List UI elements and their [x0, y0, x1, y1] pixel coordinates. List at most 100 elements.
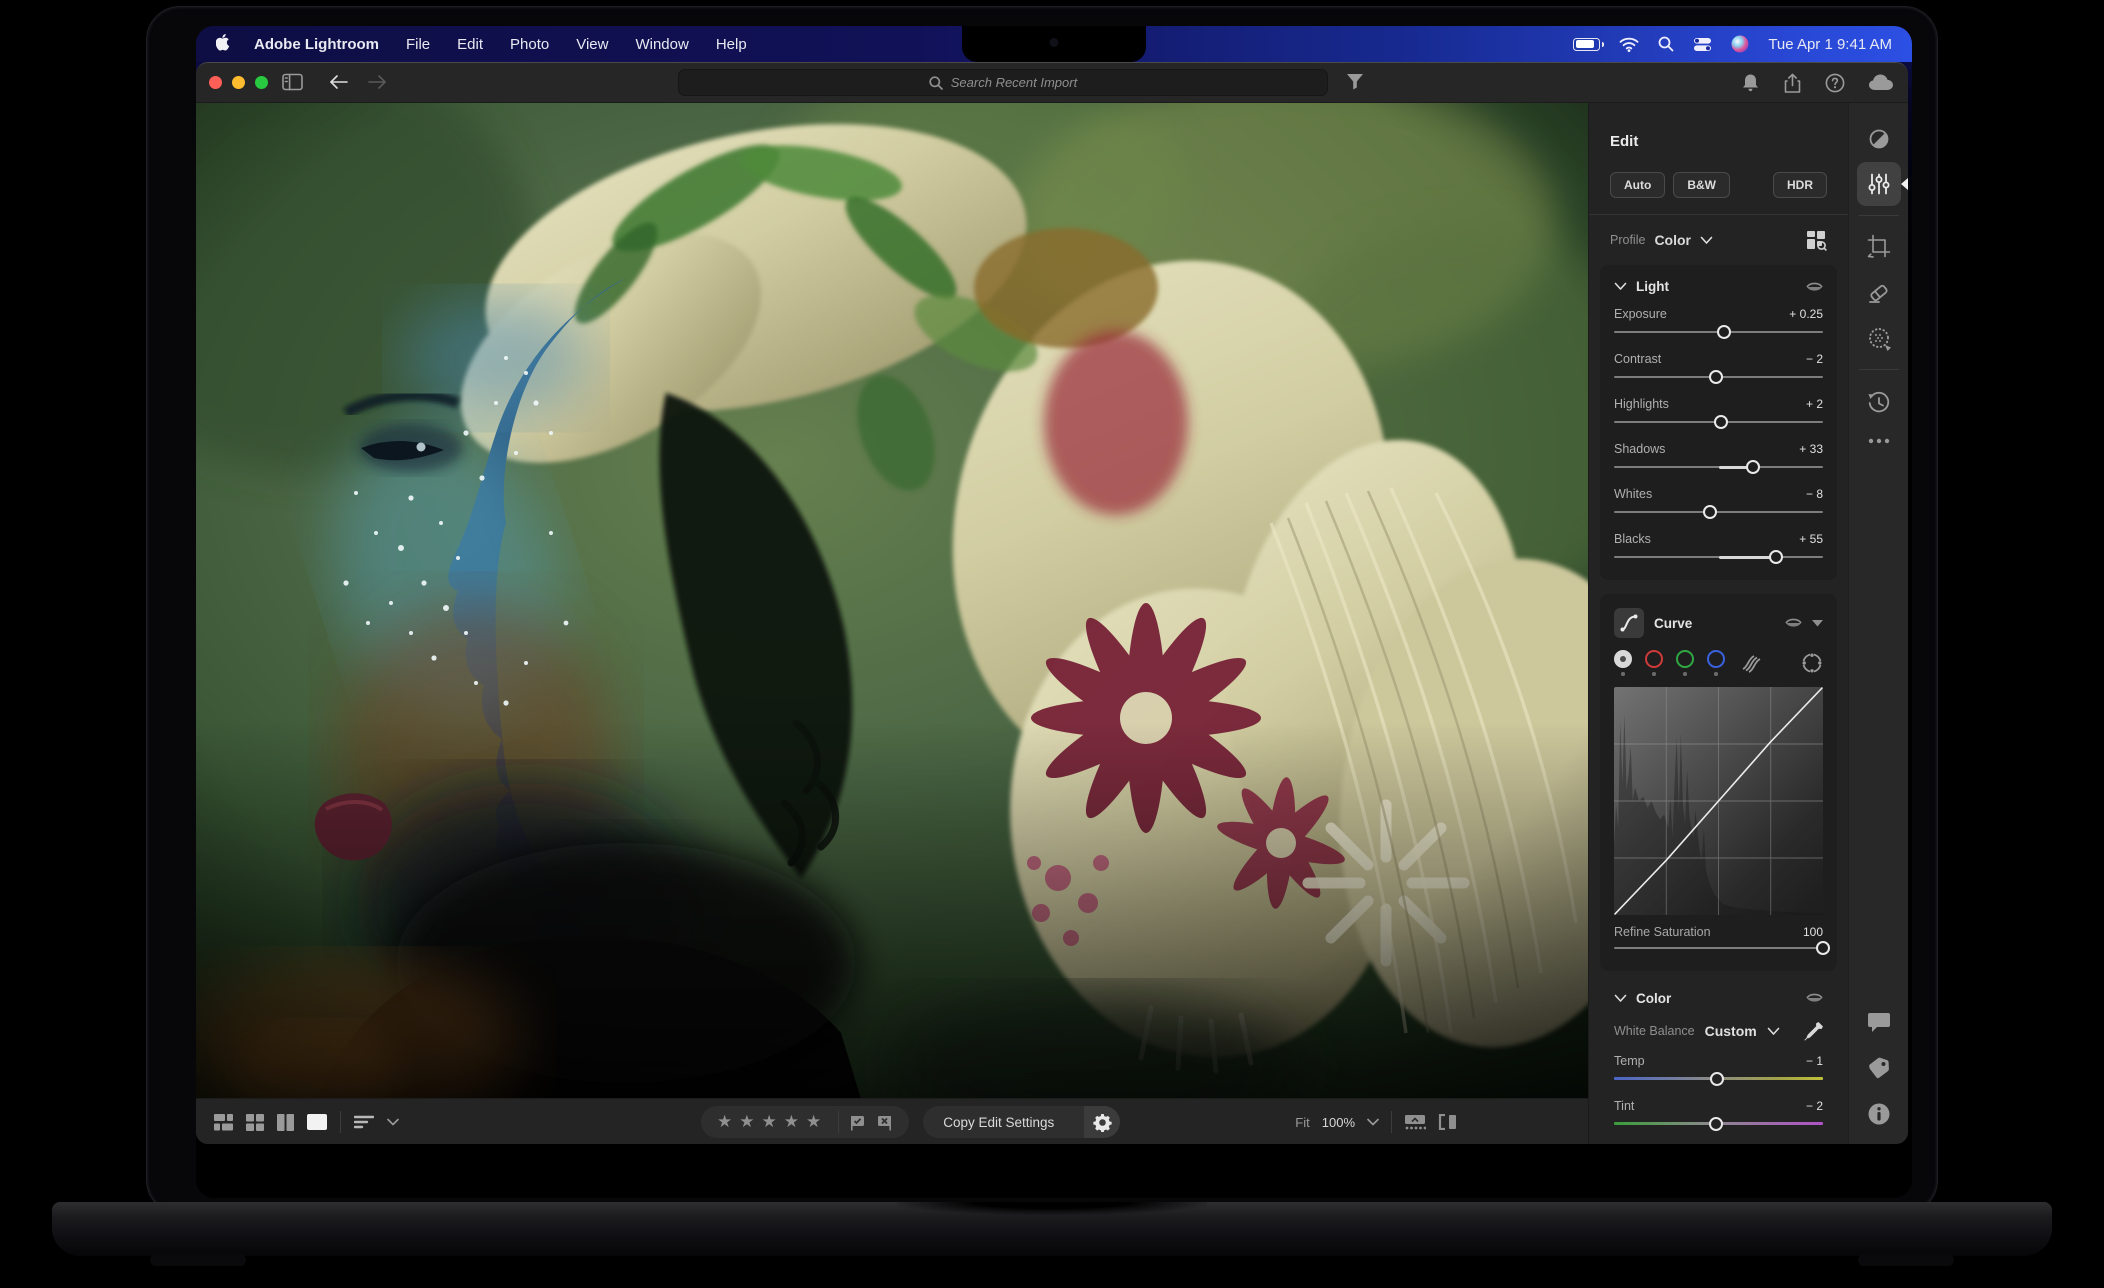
copy-edit-settings-button[interactable]: Copy Edit Settings	[923, 1115, 1074, 1130]
battery-icon[interactable]	[1573, 38, 1600, 51]
auto-button[interactable]: Auto	[1610, 172, 1665, 198]
menu-file[interactable]: File	[406, 36, 430, 53]
menu-view[interactable]: View	[576, 36, 608, 53]
chevron-down-icon[interactable]	[1614, 994, 1627, 1003]
slider-shadows: Shadows+ 33	[1614, 442, 1823, 474]
bell-icon[interactable]	[1741, 73, 1760, 94]
blacks-slider[interactable]	[1614, 550, 1823, 564]
divider	[838, 1111, 839, 1133]
profile-browser-icon[interactable]	[1805, 229, 1827, 251]
collapse-arrow-icon[interactable]	[1812, 619, 1823, 627]
apple-menu[interactable]	[216, 34, 233, 54]
help-icon[interactable]	[1825, 73, 1845, 94]
comments-icon[interactable]	[1867, 1012, 1891, 1034]
edit-panel: Edit Auto B&W HDR Profile Color	[1588, 103, 1848, 1144]
forward-icon[interactable]	[366, 73, 388, 91]
sort-icon[interactable]	[354, 1115, 374, 1129]
heal-icon[interactable]	[1867, 281, 1891, 305]
hdr-button[interactable]: HDR	[1773, 172, 1827, 198]
gear-icon[interactable]	[1084, 1106, 1120, 1138]
menu-app-name[interactable]: Adobe Lightroom	[254, 36, 379, 53]
shadows-slider[interactable]	[1614, 460, 1823, 474]
channel-green[interactable]	[1676, 650, 1694, 676]
tone-curve-graph[interactable]	[1614, 687, 1823, 915]
crop-icon[interactable]	[1867, 234, 1891, 258]
light-section-title[interactable]: Light	[1636, 279, 1669, 294]
tint-slider[interactable]	[1614, 1117, 1823, 1131]
targeted-adjustment-icon[interactable]	[1801, 652, 1823, 674]
wifi-icon[interactable]	[1619, 37, 1639, 52]
keywords-icon[interactable]	[1867, 1057, 1891, 1081]
highlights-slider[interactable]	[1614, 415, 1823, 429]
chevron-down-icon[interactable]	[387, 1118, 399, 1126]
divider	[1391, 1111, 1392, 1133]
filmstrip-icon[interactable]	[1404, 1114, 1426, 1130]
presets-icon[interactable]	[1867, 127, 1891, 151]
eye-icon[interactable]	[1806, 281, 1823, 293]
slider-contrast: Contrast− 2	[1614, 352, 1823, 384]
control-center-icon[interactable]	[1693, 37, 1712, 52]
split-view-icon[interactable]	[1438, 1114, 1458, 1130]
star-rating[interactable]: ★★★★★	[717, 1106, 828, 1138]
eye-icon[interactable]	[1785, 617, 1802, 629]
chevron-down-icon[interactable]	[1367, 1118, 1379, 1126]
curve-channels	[1614, 650, 1823, 676]
menu-help[interactable]: Help	[716, 36, 747, 53]
macbook-base	[52, 1202, 2052, 1256]
filter-icon[interactable]	[1346, 73, 1364, 90]
spotlight-icon[interactable]	[1658, 36, 1674, 52]
cloud-icon[interactable]	[1868, 73, 1894, 94]
zoom-button[interactable]	[255, 76, 268, 89]
share-icon[interactable]	[1783, 73, 1802, 94]
eyedropper-icon[interactable]	[1804, 1022, 1823, 1041]
chevron-down-icon[interactable]	[1767, 1027, 1780, 1036]
grid-mosaic-icon[interactable]	[214, 1114, 233, 1131]
menu-photo[interactable]: Photo	[510, 36, 549, 53]
flag-pick-icon[interactable]	[849, 1114, 866, 1131]
photo-canvas[interactable]	[196, 103, 1588, 1099]
flag-reject-icon[interactable]	[876, 1114, 893, 1131]
temp-slider[interactable]	[1614, 1072, 1823, 1086]
more-icon[interactable]	[1868, 438, 1890, 444]
search-icon	[929, 76, 943, 90]
color-section-title[interactable]: Color	[1636, 991, 1671, 1006]
curve-section: Curve	[1600, 594, 1837, 971]
curve-section-title[interactable]: Curve	[1654, 616, 1692, 631]
channel-white[interactable]	[1614, 650, 1632, 676]
back-icon[interactable]	[328, 73, 350, 91]
grid-square-icon[interactable]	[246, 1114, 264, 1131]
refine-saturation-label: Refine Saturation	[1614, 925, 1711, 939]
white-balance-label: White Balance	[1614, 1024, 1695, 1038]
whites-slider[interactable]	[1614, 505, 1823, 519]
zoom-level[interactable]: 100%	[1322, 1115, 1355, 1130]
chevron-down-icon[interactable]	[1614, 282, 1627, 291]
minimize-button[interactable]	[232, 76, 245, 89]
menu-edit[interactable]: Edit	[457, 36, 483, 53]
siri-icon[interactable]	[1731, 35, 1749, 53]
versions-icon[interactable]	[1867, 391, 1891, 415]
mask-icon[interactable]	[1866, 326, 1892, 352]
menu-window[interactable]: Window	[635, 36, 688, 53]
contrast-slider[interactable]	[1614, 370, 1823, 384]
exposure-slider[interactable]	[1614, 325, 1823, 339]
chevron-down-icon[interactable]	[1700, 236, 1713, 245]
detail-view-icon[interactable]	[307, 1114, 327, 1130]
zoom-fit-label[interactable]: Fit	[1295, 1115, 1309, 1130]
sidebar-toggle-icon[interactable]	[282, 73, 303, 91]
camera-dot	[1050, 38, 1059, 47]
channel-red[interactable]	[1645, 650, 1663, 676]
eye-icon[interactable]	[1806, 992, 1823, 1004]
bw-button[interactable]: B&W	[1673, 172, 1730, 198]
menu-clock[interactable]: Tue Apr 1 9:41 AM	[1768, 36, 1892, 53]
refine-saturation-slider[interactable]	[1614, 941, 1823, 955]
white-balance-value[interactable]: Custom	[1705, 1023, 1757, 1039]
edit-icon[interactable]	[1857, 162, 1901, 206]
refine-saturation-icon[interactable]	[1740, 653, 1764, 673]
info-icon[interactable]	[1867, 1102, 1891, 1126]
curve-icon[interactable]	[1614, 608, 1644, 638]
close-button[interactable]	[209, 76, 222, 89]
search-input[interactable]: Search Recent Import	[678, 69, 1328, 96]
channel-blue[interactable]	[1707, 650, 1725, 676]
compare-icon[interactable]	[277, 1114, 294, 1131]
profile-value[interactable]: Color	[1654, 232, 1691, 248]
